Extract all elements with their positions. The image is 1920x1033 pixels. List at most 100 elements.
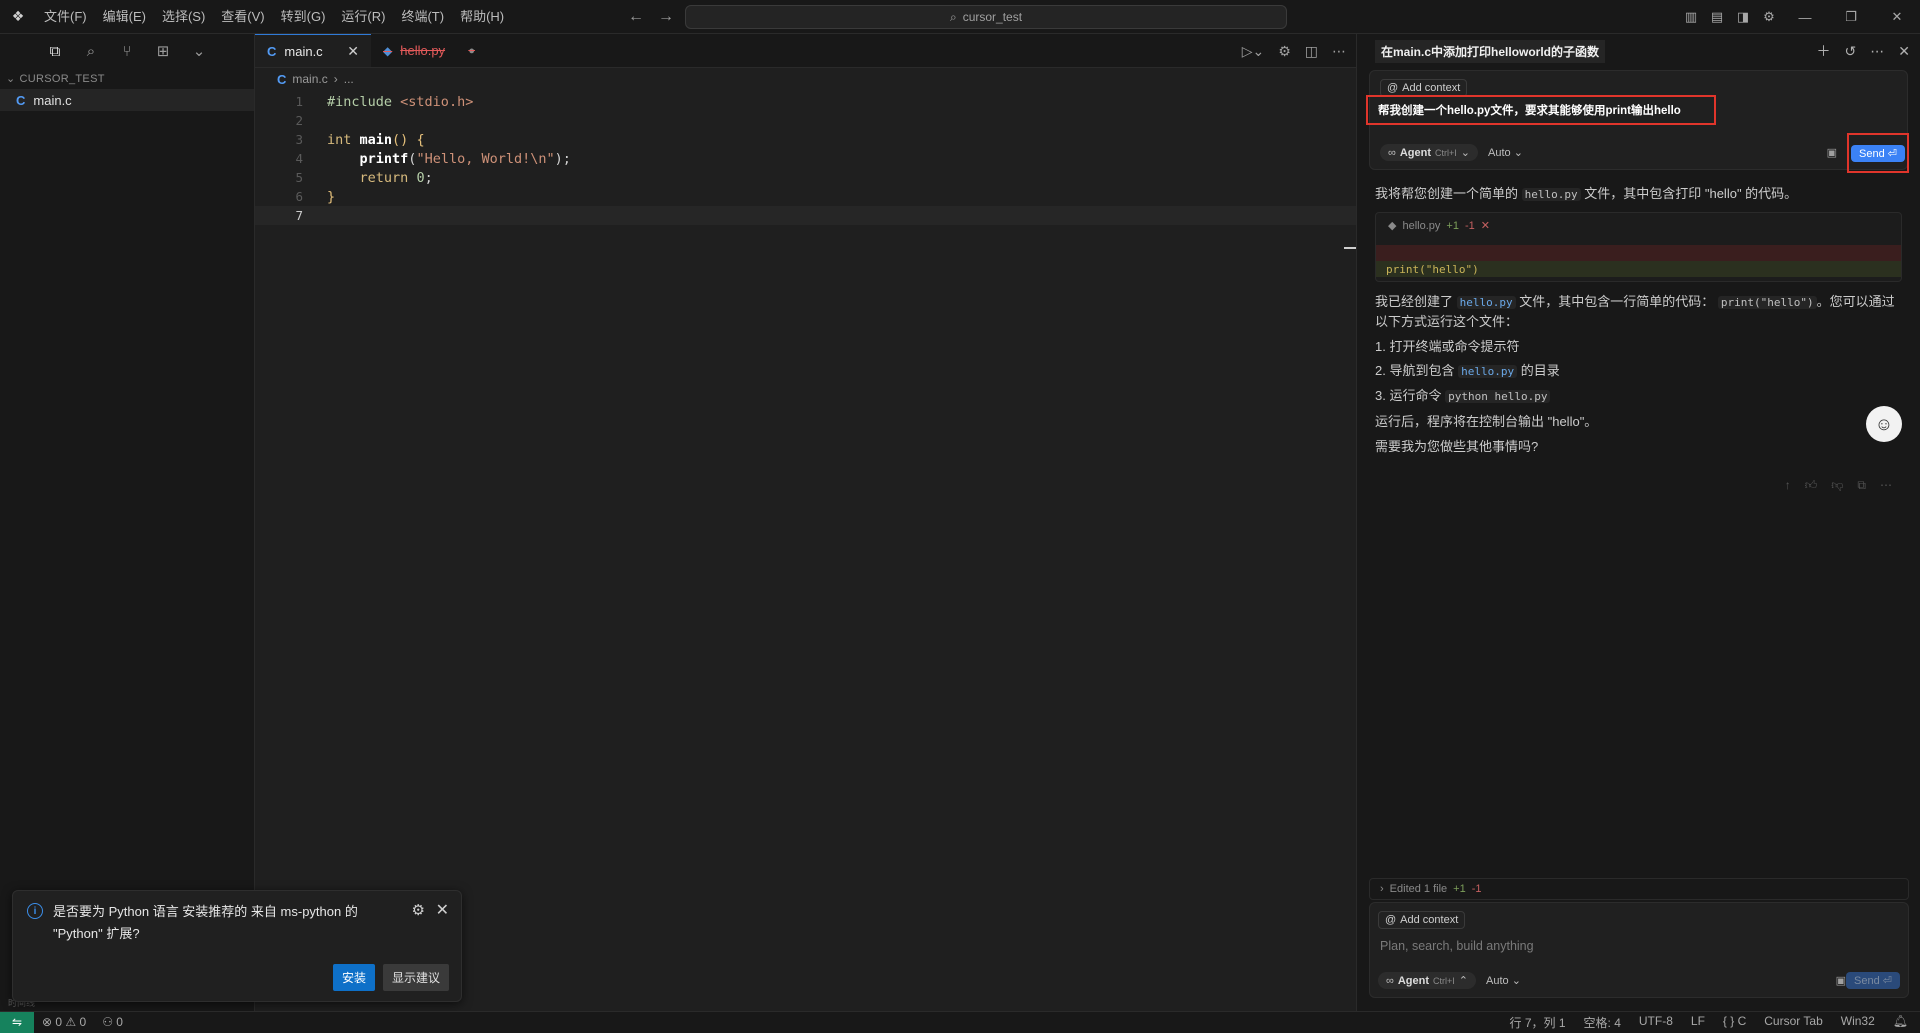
menu-go[interactable]: 转到(G) [273, 0, 334, 34]
search-view-icon[interactable]: ⌕ [78, 43, 104, 60]
chevron-right-icon: › [333, 72, 338, 86]
agent-shortcut: Ctrl+I [1433, 975, 1455, 986]
menu-edit[interactable]: 编辑(E) [95, 0, 154, 34]
breadcrumb-file[interactable]: main.c [292, 72, 327, 86]
avatar[interactable]: ☺ [1866, 406, 1902, 442]
user-message-input[interactable]: 帮我创建一个hello.py文件，要求其能够使用print输出hello [1366, 95, 1716, 125]
breadcrumb: C main.c › ... [255, 68, 1356, 90]
agent-mode-selector[interactable]: ∞ Agent Ctrl+I ⌄ [1380, 144, 1478, 161]
line-number: 7 [295, 208, 303, 223]
diff-added-count: +1 [1446, 219, 1459, 232]
gear-icon[interactable]: ⚙ [412, 901, 425, 919]
scroll-up-icon[interactable]: ↑ [1785, 476, 1791, 495]
cursor-position[interactable]: 行 7，列 1 [1510, 1014, 1566, 1031]
editor-area: C main.c ✕ ◆ hello.py ● ▷⌄ ⚙ ◫ ⋯ C main.… [255, 34, 1356, 1011]
install-button[interactable]: 安装 [332, 964, 375, 991]
encoding[interactable]: UTF-8 [1639, 1014, 1673, 1031]
agent-mode-selector[interactable]: ∞ Agent Ctrl+I ⌃ [1378, 972, 1476, 989]
line-number: 2 [295, 113, 303, 128]
image-attach-icon[interactable]: ▣ [1836, 974, 1846, 987]
history-icon[interactable]: ↺ [1845, 43, 1857, 60]
explorer-section-header[interactable]: ⌄ CURSOR_TEST [0, 68, 254, 89]
toggle-panel-icon[interactable]: ▤ [1704, 0, 1730, 34]
split-editor-icon[interactable]: ◫ [1305, 43, 1318, 60]
show-suggestions-button[interactable]: 显示建议 [382, 964, 449, 991]
edited-files-bar[interactable]: › Edited 1 file +1 -1 [1369, 878, 1909, 900]
more-icon[interactable]: ⋯ [1870, 43, 1884, 60]
diff-marker: ✕ [1480, 219, 1490, 232]
run-debug-icon[interactable]: ▷⌄ [1242, 43, 1265, 60]
model-selector[interactable]: Auto ⌄ [1488, 146, 1523, 159]
code-editor[interactable]: 1 #include <stdio.h> 2 3 int main() { 4 … [255, 90, 1356, 249]
source-control-icon[interactable]: ⑂ [114, 43, 140, 60]
sidebar-toolbar: ⧉ ⌕ ⑂ ⊞ ⌄ [0, 34, 254, 68]
agent-mode-row: ∞ Agent Ctrl+I ⌄ Auto ⌄ [1380, 144, 1523, 161]
menu-terminal[interactable]: 终端(T) [393, 0, 452, 34]
close-icon[interactable]: ✕ [347, 43, 359, 60]
extensions-icon[interactable]: ⊞ [150, 42, 176, 60]
more-icon[interactable]: ⋯ [1880, 476, 1892, 495]
send-button-disabled[interactable]: Send ⏎ [1846, 972, 1900, 989]
breadcrumb-rest[interactable]: ... [344, 72, 354, 86]
tab-hello-py[interactable]: ◆ hello.py ● [371, 34, 487, 67]
model-selector[interactable]: Auto ⌄ [1486, 974, 1521, 987]
add-context-button[interactable]: @ Add context [1378, 911, 1466, 929]
restore-button[interactable]: ❐ [1828, 0, 1874, 34]
menu-view[interactable]: 查看(V) [213, 0, 272, 34]
problems-indicator[interactable]: ⊗ 0 ⚠ 0 [42, 1015, 86, 1029]
image-attach-icon[interactable]: ▣ [1827, 146, 1837, 159]
copy-icon[interactable]: ⧉ [1857, 476, 1866, 495]
platform-indicator[interactable]: Win32 [1841, 1014, 1875, 1031]
remote-indicator-icon[interactable]: ⇋ [0, 1011, 34, 1033]
tab-main-c[interactable]: C main.c ✕ [255, 34, 371, 67]
indentation[interactable]: 空格: 4 [1584, 1014, 1621, 1031]
c-file-icon: C [16, 92, 26, 108]
end-of-line[interactable]: LF [1691, 1014, 1705, 1031]
app-logo-icon: ❖ [11, 8, 25, 24]
code-text: int main() { [327, 131, 425, 148]
gear-icon[interactable]: ⚙ [1278, 43, 1291, 60]
menu-run[interactable]: 运行(R) [333, 0, 393, 34]
minimize-button[interactable]: — [1782, 0, 1828, 34]
toggle-primary-sidebar-icon[interactable]: ▥ [1678, 0, 1704, 34]
thumbs-up-icon[interactable]: 👍︎ [1805, 476, 1818, 495]
new-chat-icon[interactable]: ＋ [1817, 41, 1831, 61]
line-number: 1 [295, 94, 303, 109]
cursor-tab-status[interactable]: Cursor Tab [1764, 1014, 1822, 1031]
ports-indicator[interactable]: ⚇ 0 [102, 1015, 123, 1029]
chat-title[interactable]: 在main.c中添加打印helloworld的子函数 [1375, 39, 1606, 63]
close-window-button[interactable]: ✕ [1874, 0, 1920, 34]
tab-label: main.c [284, 43, 323, 59]
list-item: 3. 运行命令 python hello.py [1375, 386, 1902, 406]
chevron-right-icon: › [1380, 883, 1384, 895]
explorer-icon[interactable]: ⧉ [42, 43, 68, 60]
back-arrow-icon[interactable]: ← [628, 8, 644, 26]
chevron-down-icon: ⌄ [1460, 147, 1470, 159]
title-bar: ❖ 文件(F) 编辑(E) 选择(S) 查看(V) 转到(G) 运行(R) 终端… [0, 0, 1920, 34]
close-icon[interactable]: ✕ [1898, 43, 1910, 60]
add-context-label: Add context [1402, 82, 1461, 94]
chat-input[interactable]: Plan, search, build anything [1380, 939, 1534, 953]
notifications-bell-icon[interactable]: 🔔︎ [1893, 1014, 1908, 1031]
response-followup: 需要我为您做些其他事情吗? [1375, 439, 1539, 454]
settings-icon[interactable]: ⚙ [1756, 0, 1782, 34]
steps-list: 1. 打开终端或命令提示符 2. 导航到包含 hello.py 的目录 3. 运… [1375, 337, 1902, 406]
close-icon[interactable]: ✕ [436, 900, 449, 920]
toggle-secondary-sidebar-icon[interactable]: ◨ [1730, 0, 1756, 34]
response-done: 我已经创建了 hello.py 文件，其中包含一行简单的代码： print("h… [1375, 294, 1895, 329]
forward-arrow-icon[interactable]: → [658, 8, 674, 26]
menu-help[interactable]: 帮助(H) [452, 0, 512, 34]
thumbs-down-icon[interactable]: 👎︎ [1831, 476, 1843, 495]
infinity-icon: ∞ [1386, 974, 1394, 987]
menu-selection[interactable]: 选择(S) [154, 0, 213, 34]
python-file-icon: ◆ [1388, 219, 1397, 232]
status-right: 行 7，列 1 空格: 4 UTF-8 LF { } C Cursor Tab … [1510, 1014, 1908, 1031]
file-diff-card[interactable]: ◆ hello.py +1 -1 ✕ print("hello") [1375, 212, 1902, 282]
menu-file[interactable]: 文件(F) [36, 0, 95, 34]
chevron-down-icon[interactable]: ⌄ [186, 42, 212, 60]
command-center-search[interactable]: ⌕ cursor_test [685, 5, 1287, 29]
send-button[interactable]: Send ⏎ [1851, 144, 1905, 162]
language-mode[interactable]: { } C [1723, 1014, 1746, 1031]
more-actions-icon[interactable]: ⋯ [1332, 43, 1346, 60]
file-tree-item[interactable]: C main.c [0, 89, 254, 111]
